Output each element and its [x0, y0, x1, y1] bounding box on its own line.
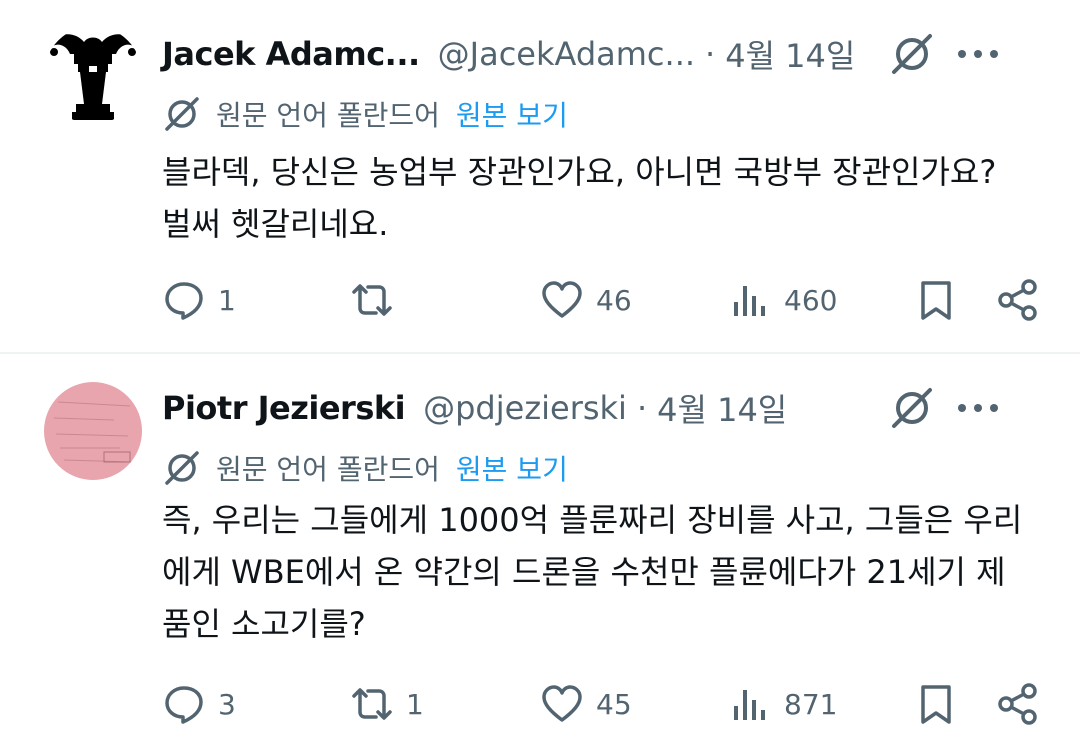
reply-count: 3: [218, 687, 236, 721]
tweet-text: 즉, 우리는 그들에게 1000억 플룬짜리 장비를 사고, 그들은 우리에게 …: [162, 501, 1023, 643]
bookmark-icon: [921, 281, 951, 320]
tweet[interactable]: Jacek Adamc... @JacekAdamc... · 4월 14일 원…: [0, 0, 1080, 352]
views-button[interactable]: 460: [728, 270, 837, 330]
bookmark-button[interactable]: [914, 674, 958, 734]
tweet-header: Piotr Jezierski @pdjezierski · 4월 14일: [162, 378, 1040, 438]
bookmark-icon: [921, 685, 951, 724]
share-icon: [998, 683, 1037, 725]
share-button[interactable]: [996, 270, 1040, 330]
separator-dot: ·: [636, 389, 648, 427]
retweet-button[interactable]: 1: [350, 674, 424, 734]
translation-row: 원문 언어 폴란드어 원본 보기: [162, 92, 568, 136]
like-button[interactable]: 46: [540, 270, 632, 330]
tweet-header: Jacek Adamc... @JacekAdamc... · 4월 14일: [162, 24, 1040, 84]
tweet-date[interactable]: 4월 14일: [725, 31, 855, 77]
avatar[interactable]: [44, 382, 142, 480]
like-count: 46: [596, 283, 632, 317]
reply-button[interactable]: 3: [162, 674, 236, 734]
retweet-button[interactable]: [350, 270, 406, 330]
tweet[interactable]: Piotr Jezierski @pdjezierski · 4월 14일 원문…: [0, 354, 1080, 753]
user-handle[interactable]: @JacekAdamc...: [438, 35, 695, 73]
tweet-date[interactable]: 4월 14일: [657, 385, 787, 431]
views-icon: [734, 286, 765, 316]
display-name[interactable]: Piotr Jezierski: [162, 389, 406, 427]
grok-icon[interactable]: [888, 384, 936, 432]
tweet-text: 블라덱, 당신은 농업부 장관인가요, 아니면 국방부 장관인가요? 벌써 헷갈…: [162, 153, 997, 243]
translation-note: 원문 언어 폴란드어: [216, 453, 440, 486]
chat-bubble-icon: [165, 686, 203, 724]
bookmark-button[interactable]: [914, 270, 958, 330]
retweet-icon: [352, 688, 392, 720]
views-icon: [734, 690, 765, 720]
display-name[interactable]: Jacek Adamc...: [162, 35, 420, 73]
chat-bubble-icon: [165, 282, 203, 320]
translate-icon: [165, 97, 199, 131]
reply-button[interactable]: 1: [162, 270, 236, 330]
translation-note: 원문 언어 폴란드어: [216, 99, 440, 132]
more-icon[interactable]: [956, 398, 1000, 418]
views-button[interactable]: 871: [728, 674, 837, 734]
translate-icon: [165, 451, 199, 485]
share-button[interactable]: [996, 674, 1040, 734]
grok-icon[interactable]: [888, 30, 936, 78]
more-icon[interactable]: [956, 44, 1000, 64]
action-bar: 3 1 45 871: [162, 674, 1042, 734]
document-photo-avatar-icon: [44, 382, 142, 480]
separator-dot: ·: [705, 35, 716, 73]
heart-icon: [542, 685, 582, 722]
action-bar: 1 46 460: [162, 270, 1042, 330]
avatar[interactable]: [44, 26, 142, 124]
view-count: 460: [784, 283, 838, 317]
heart-icon: [542, 281, 582, 318]
retweet-icon: [352, 284, 392, 316]
like-count: 45: [596, 687, 632, 721]
chess-rook-avatar-icon: [50, 34, 136, 120]
reply-count: 1: [218, 283, 236, 317]
share-icon: [998, 279, 1037, 321]
view-count: 871: [784, 687, 838, 721]
like-button[interactable]: 45: [540, 674, 632, 734]
show-original-link[interactable]: 원본 보기: [456, 94, 568, 134]
user-handle[interactable]: @pdjezierski: [423, 389, 627, 427]
translation-row: 원문 언어 폴란드어 원본 보기: [162, 446, 568, 490]
show-original-link[interactable]: 원본 보기: [456, 448, 568, 488]
retweet-count: 1: [406, 687, 424, 721]
